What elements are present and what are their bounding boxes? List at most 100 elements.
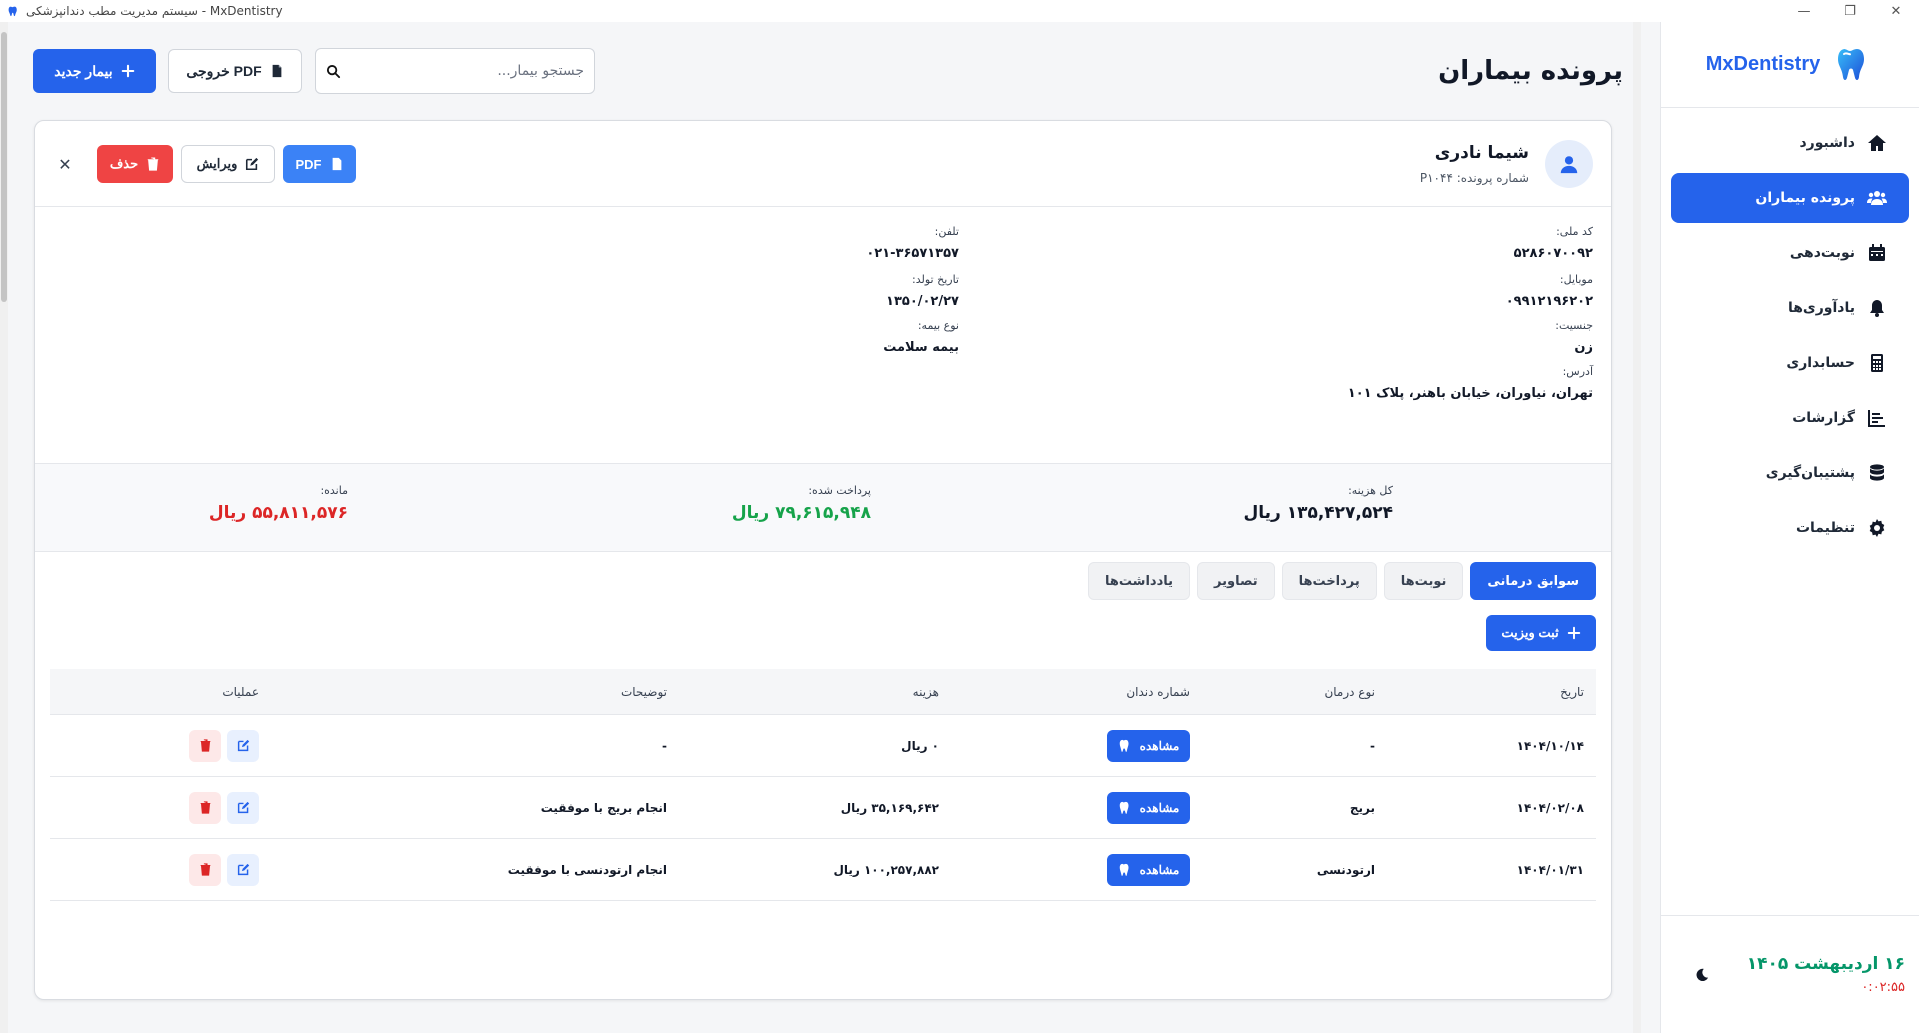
avatar [1545,140,1593,188]
add-visit-button[interactable]: ثبت ویزیت [1486,615,1596,651]
view-teeth-button[interactable]: مشاهده [1107,853,1190,886]
birth-date-field: تاریخ تولد: ۱۳۵۰/۰۲/۲۷ [886,273,959,309]
row-actions [189,791,259,824]
address-field: آدرس: تهران، نیاوران، خیابان باهنر، پلاک… [1347,365,1593,401]
edit-label: ویرایش [196,156,238,171]
mobile-field: موبایل: ۰۹۹۱۲۱۹۶۲۰۲ [1505,273,1593,309]
patient-info: کد ملی: ۵۲۸۶۰۷۰۰۹۲ تلفن: ۰۲۱-۳۶۵۷۱۳۵۷ مو… [35,207,1611,464]
bell-icon [1870,300,1884,317]
sidebar-nav: داشبورد پرونده بیماران نوبت‌دهی یادآوری‌… [1661,108,1919,568]
file-pdf-icon [272,64,282,78]
gear-icon [1869,519,1885,537]
sidebar-item-backup[interactable]: پشتیبان‌گیری [1671,448,1909,498]
sidebar-item-patients[interactable]: پرونده بیماران [1671,173,1909,223]
export-pdf-label: خروجی PDF [186,62,262,79]
edit-patient-button[interactable]: ویرایش [181,145,275,183]
add-visit-label: ثبت ویزیت [1501,625,1559,640]
tooth-logo-icon [1838,48,1865,80]
edit-row-button[interactable] [227,729,259,762]
home-icon [1868,135,1886,151]
patient-pdf-button[interactable]: PDF [283,145,356,183]
patient-actions: ✕ حذف ویرایش PDF [53,145,356,183]
moon-icon [1696,968,1709,981]
edit-row-button[interactable] [227,791,259,824]
minimize-button[interactable]: — [1781,0,1827,22]
edit-row-button[interactable] [227,853,259,886]
tab-treatment-history[interactable]: سوابق درمانی [1470,562,1596,600]
total-cost: کل هزینه: ۱۳۵,۴۲۷,۵۲۴ ریال [1243,484,1393,523]
date-time-display: ۱۶ اردیبهشت ۱۴۰۵ ۰:۰۲:۵۵ [1747,954,1905,995]
search-icon [326,64,341,78]
search-box[interactable] [315,48,595,94]
new-patient-label: بیمار جدید [54,62,113,79]
user-icon [1560,156,1578,174]
database-icon [1870,464,1884,481]
patient-header: شیما نادری شماره پرونده: P۱۰۴۴ ✕ حذف ویر… [35,121,1611,207]
maximize-button[interactable]: ❐ [1827,0,1873,22]
brand-name: MxDentistry [1705,53,1821,75]
search-input[interactable] [341,63,584,79]
paid-amount: پرداخت شده: ۷۹,۶۱۵,۹۴۸ ریال [731,484,871,523]
tab-appointments[interactable]: نوبت‌ها [1383,562,1464,600]
view-teeth-button[interactable]: مشاهده [1107,791,1190,824]
row-actions [189,853,259,886]
delete-patient-button[interactable]: حذف [97,145,173,183]
main-scrollbar[interactable] [1633,22,1641,1033]
trash-icon [200,739,210,752]
edit-icon [246,157,259,171]
delete-row-button[interactable] [189,791,221,824]
current-time: ۰:۰۲:۵۵ [1861,980,1905,995]
table-row: ۱۴۰۴/۰۲/۰۸ بریج مشاهده ۳۵,۱۶۹,۶۴۲ ریال ا… [50,777,1596,839]
col-tooth-number: شماره دندان [1126,684,1190,699]
title-bar: سیستم مدیریت مطب دندانپزشکی - MxDentistr… [0,0,1919,22]
sidebar-item-dashboard[interactable]: داشبورد [1671,118,1909,168]
plus-icon [121,64,134,78]
delete-row-button[interactable] [189,729,221,762]
national-code-field: کد ملی: ۵۲۸۶۰۷۰۰۹۲ [1513,225,1593,261]
treatment-table: تاریخ نوع درمان شماره دندان هزینه توضیحا… [50,669,1596,901]
window-title: سیستم مدیریت مطب دندانپزشکی - MxDentistr… [26,4,283,18]
edit-icon [237,801,249,814]
col-description: توضیحات [620,684,667,699]
current-date: ۱۶ اردیبهشت ۱۴۰۵ [1746,954,1905,974]
file-number: شماره پرونده: P۱۰۴۴ [1419,171,1529,185]
col-date: تاریخ [1560,684,1584,699]
left-scrollbar[interactable] [0,22,8,1033]
col-treatment: نوع درمان [1324,684,1375,699]
sidebar-footer: ۱۶ اردیبهشت ۱۴۰۵ ۰:۰۲:۵۵ [1661,915,1919,1033]
delete-row-button[interactable] [189,853,221,886]
insurance-field: نوع بیمه: بیمه سلامت [883,319,959,355]
financial-summary: کل هزینه: ۱۳۵,۴۲۷,۵۲۴ ریال پرداخت شده: ۷… [35,464,1611,552]
trash-icon [200,801,210,814]
close-window-button[interactable]: ✕ [1873,0,1919,22]
close-icon[interactable]: ✕ [53,146,77,182]
tooth-icon [1119,863,1129,876]
tab-payments[interactable]: پرداخت‌ها [1281,562,1377,600]
calculator-icon [1871,354,1883,372]
edit-icon [237,863,249,876]
calendar-icon [1869,244,1885,261]
col-actions: عملیات [222,684,259,699]
new-patient-button[interactable]: بیمار جدید [33,49,156,93]
plus-icon [1567,626,1580,640]
trash-icon [147,157,159,171]
theme-toggle-button[interactable] [1685,958,1719,992]
users-icon [1867,191,1887,205]
col-cost: هزینه [912,684,939,699]
sidebar-item-accounting[interactable]: حسابداری [1671,338,1909,388]
sidebar-item-reminders[interactable]: یادآوری‌ها [1671,283,1909,333]
sidebar-item-settings[interactable]: تنظیمات [1671,503,1909,553]
sidebar-item-reports[interactable]: گزارشات [1671,393,1909,443]
tab-notes[interactable]: یادداشت‌ها [1088,562,1191,600]
tab-images[interactable]: تصاویر [1197,562,1275,600]
file-pdf-icon [332,157,341,171]
sidebar-item-appointments[interactable]: نوبت‌دهی [1671,228,1909,278]
phone-field: تلفن: ۰۲۱-۳۶۵۷۱۳۵۷ [866,225,959,261]
tooth-icon [1119,801,1129,814]
view-teeth-button[interactable]: مشاهده [1107,729,1190,762]
sidebar: MxDentistry داشبورد پرونده بیماران نوبت‌… [1660,22,1919,1033]
tooth-icon [1119,739,1129,752]
delete-label: حذف [109,156,139,171]
table-row: ۱۴۰۴/۱۰/۱۴ - مشاهده ۰ ریال - [50,715,1596,777]
export-pdf-button[interactable]: خروجی PDF [168,49,302,93]
